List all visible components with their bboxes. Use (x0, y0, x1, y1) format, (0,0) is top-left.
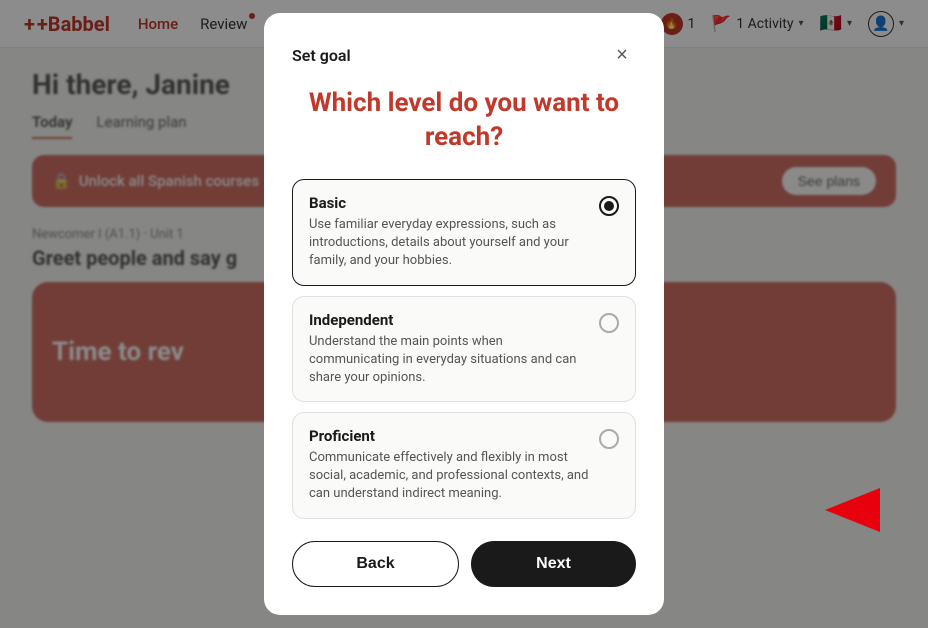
option-basic-radio (599, 196, 619, 216)
option-proficient-radio (599, 429, 619, 449)
option-independent-content: Independent Understand the main points w… (309, 311, 599, 388)
option-basic[interactable]: Basic Use familiar everyday expressions,… (292, 179, 636, 286)
modal-question: Which level do you want to reach? (292, 87, 636, 155)
option-proficient-title: Proficient (309, 427, 589, 445)
option-basic-desc: Use familiar everyday expressions, such … (309, 216, 589, 271)
radio-inner-icon (604, 201, 614, 211)
modal-title: Set goal (292, 46, 351, 65)
option-independent-title: Independent (309, 311, 589, 329)
option-proficient-content: Proficient Communicate effectively and f… (309, 427, 599, 504)
set-goal-modal: Set goal × Which level do you want to re… (264, 13, 664, 614)
option-proficient[interactable]: Proficient Communicate effectively and f… (292, 412, 636, 519)
option-basic-title: Basic (309, 194, 589, 212)
modal-overlay: Set goal × Which level do you want to re… (0, 0, 928, 628)
option-independent-radio (599, 313, 619, 333)
modal-close-button[interactable]: × (608, 41, 636, 69)
modal-header: Set goal × (292, 41, 636, 69)
next-button[interactable]: Next (471, 541, 636, 587)
arrow-shape (825, 488, 880, 532)
modal-footer: Back Next (292, 541, 636, 587)
option-proficient-desc: Communicate effectively and flexibly in … (309, 449, 589, 504)
option-independent[interactable]: Independent Understand the main points w… (292, 296, 636, 403)
option-basic-content: Basic Use familiar everyday expressions,… (309, 194, 599, 271)
option-independent-desc: Understand the main points when communic… (309, 333, 589, 388)
red-arrow (825, 488, 880, 536)
back-button[interactable]: Back (292, 541, 459, 587)
